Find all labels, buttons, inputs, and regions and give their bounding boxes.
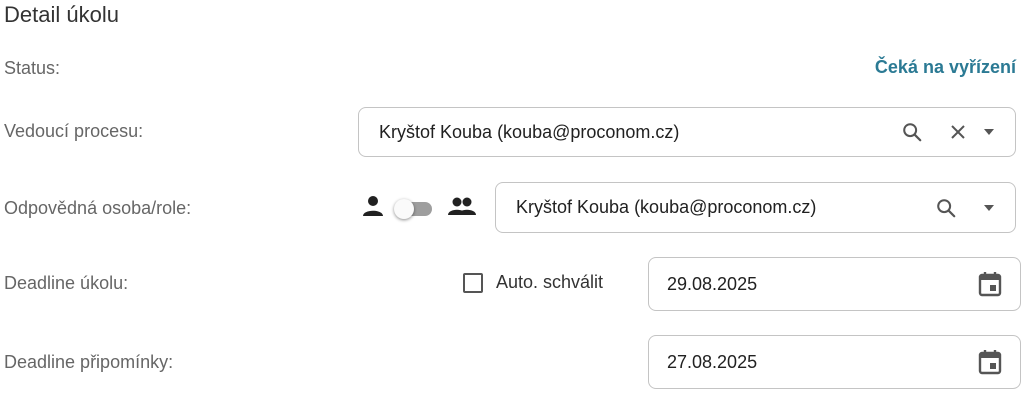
comment-deadline-value: 27.08.2025 bbox=[667, 351, 758, 372]
comment-deadline-field[interactable]: 27.08.2025 bbox=[648, 335, 1021, 389]
search-icon[interactable] bbox=[901, 121, 923, 143]
calendar-icon[interactable] bbox=[978, 271, 1002, 297]
group-icon bbox=[447, 194, 477, 218]
comment-deadline-label: Deadline připomínky: bbox=[4, 352, 174, 372]
toggle-knob bbox=[394, 199, 414, 219]
panel-title: Detail úkolu bbox=[4, 2, 119, 27]
clear-icon[interactable] bbox=[949, 123, 967, 141]
task-deadline-field[interactable]: 29.08.2025 bbox=[648, 257, 1021, 311]
dropdown-arrow-icon[interactable] bbox=[983, 204, 995, 212]
auto-approve-label[interactable]: Auto. schválit bbox=[496, 272, 603, 293]
process-lead-field[interactable]: Kryštof Kouba (kouba@proconom.cz) bbox=[358, 107, 1016, 157]
responsible-label: Odpovědná osoba/role: bbox=[4, 198, 192, 218]
person-group-toggle[interactable] bbox=[394, 199, 436, 219]
status-value: Čeká na vyřízení bbox=[874, 57, 1016, 77]
responsible-field[interactable]: Kryštof Kouba (kouba@proconom.cz) bbox=[495, 182, 1016, 233]
calendar-icon[interactable] bbox=[978, 349, 1002, 375]
task-deadline-value: 29.08.2025 bbox=[667, 273, 758, 294]
task-deadline-label: Deadline úkolu: bbox=[4, 273, 129, 293]
process-lead-value: Kryštof Kouba (kouba@proconom.cz) bbox=[379, 121, 680, 142]
search-icon[interactable] bbox=[935, 197, 957, 219]
status-label: Status: bbox=[4, 58, 61, 78]
responsible-value: Kryštof Kouba (kouba@proconom.cz) bbox=[516, 197, 817, 217]
auto-approve-checkbox[interactable] bbox=[463, 273, 483, 293]
process-lead-label: Vedoucí procesu: bbox=[4, 121, 144, 141]
person-icon bbox=[362, 194, 384, 218]
dropdown-arrow-icon[interactable] bbox=[983, 128, 995, 136]
